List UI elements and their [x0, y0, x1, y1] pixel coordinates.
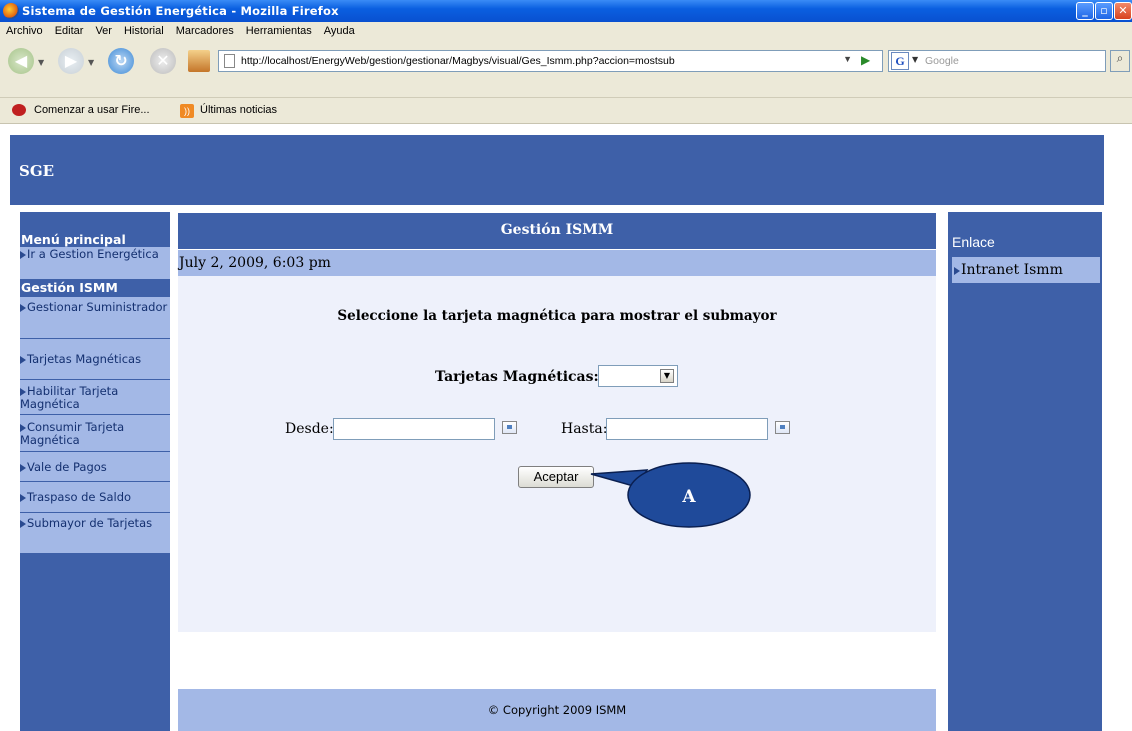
sidebar-item-label: Habilitar Tarjeta Magnética [20, 384, 119, 411]
address-bar[interactable]: http://localhost/EnergyWeb/gestion/gesti… [218, 50, 883, 72]
desde-calendar-icon[interactable] [502, 421, 517, 434]
page-content: SGE Menú principal Ir a Gestion Energéti… [0, 125, 1132, 731]
menu-ayuda[interactable]: Ayuda [318, 22, 361, 37]
hasta-date-field[interactable] [606, 418, 768, 440]
minimize-button[interactable]: _ [1076, 2, 1094, 20]
menu-marcadores[interactable]: Marcadores [170, 22, 240, 37]
bookmarks-toolbar: Comenzar a usar Fire... )) Últimas notic… [0, 98, 1132, 124]
close-button[interactable]: ✕ [1114, 2, 1132, 20]
url-text: http://localhost/EnergyWeb/gestion/gesti… [241, 55, 675, 67]
window-titlebar: Sistema de Gestión Energética - Mozilla … [0, 0, 1132, 22]
reload-icon[interactable]: ↻ [108, 48, 134, 74]
arrow-icon [20, 388, 26, 396]
sidebar-item-go-gestion[interactable]: Ir a Gestion Energética [20, 247, 170, 280]
main-panel: Gestión ISMM July 2, 2009, 6:03 pm Selec… [178, 213, 936, 731]
sidebar-item-traspaso-de-saldo[interactable]: Traspaso de Saldo [20, 482, 170, 513]
submayor-form: Seleccione la tarjeta magnética para mos… [178, 276, 936, 632]
hasta-label: Hasta: [561, 421, 608, 437]
search-icon[interactable]: ⌕ [1110, 50, 1130, 72]
desde-label: Desde: [285, 421, 334, 437]
site-header: SGE [10, 135, 1104, 205]
menu-archivo[interactable]: Archivo [0, 22, 49, 37]
site-brand: SGE [19, 162, 55, 180]
go-icon[interactable]: ▶ [861, 53, 877, 69]
sidebar-item-submayor-de-tarjetas[interactable]: Submayor de Tarjetas [20, 513, 170, 554]
stop-icon[interactable]: ✕ [150, 48, 176, 74]
arrow-icon [20, 520, 26, 528]
bookmark-getting-started[interactable]: Comenzar a usar Fire... [34, 104, 150, 116]
forward-arrow-icon[interactable]: ▶ [58, 48, 84, 74]
form-prompt: Seleccione la tarjeta magnética para mos… [337, 308, 777, 324]
main-menu-heading: Menú principal [21, 232, 126, 247]
sidebar-item-label: Gestionar Suministrador [27, 300, 168, 314]
links-heading: Enlace [952, 234, 995, 250]
menu-herramientas[interactable]: Herramientas [240, 22, 318, 37]
sidebar-item-habilitar-tarjeta[interactable]: Habilitar Tarjeta Magnética [20, 380, 170, 415]
arrow-icon [20, 356, 26, 364]
desde-date-field[interactable] [333, 418, 495, 440]
sidebar-item-label: Intranet Ismm [961, 262, 1063, 278]
firefox-bookmark-icon [12, 104, 26, 116]
sidebar-item-label: Traspaso de Saldo [27, 490, 132, 504]
arrow-icon [954, 267, 960, 275]
sidebar-item-label: Ir a Gestion Energética [27, 247, 159, 261]
page-footer: © Copyright 2009 ISMM [178, 689, 936, 731]
arrow-icon [20, 464, 26, 472]
arrow-icon [20, 494, 26, 502]
navigation-toolbar: ◀ ▼ ▶ ▼ ↻ ✕ http://localhost/EnergyWeb/g… [0, 42, 1132, 98]
arrow-icon [20, 304, 26, 312]
search-engine-dropdown-icon[interactable]: ▼ [912, 55, 918, 64]
menu-ver[interactable]: Ver [89, 22, 118, 37]
sidebar-item-label: Vale de Pagos [27, 460, 107, 474]
search-box[interactable]: G ▼ Google [888, 50, 1106, 72]
page-title: Gestión ISMM [178, 213, 936, 249]
page-icon [224, 54, 235, 68]
tarjetas-label: Tarjetas Magnéticas: [435, 369, 599, 385]
firefox-icon [3, 3, 19, 19]
menu-editar[interactable]: Editar [49, 22, 90, 37]
sidebar-item-consumir-tarjeta[interactable]: Consumir Tarjeta Magnética [20, 415, 170, 452]
home-icon[interactable] [188, 50, 210, 72]
aceptar-button[interactable]: Aceptar [518, 466, 594, 488]
sidebar-item-label: Consumir Tarjeta Magnética [20, 420, 125, 447]
back-arrow-icon[interactable]: ◀ [8, 48, 34, 74]
tarjetas-select[interactable]: ▼ [598, 365, 678, 387]
right-sidebar: Enlace Intranet Ismm [948, 212, 1102, 731]
google-icon[interactable]: G [891, 52, 909, 70]
date-display: July 2, 2009, 6:03 pm [178, 250, 936, 276]
arrow-icon [20, 251, 26, 259]
url-dropdown-icon[interactable]: ▼ [843, 54, 852, 64]
sidebar-item-label: Submayor de Tarjetas [27, 516, 153, 530]
arrow-icon [20, 424, 26, 432]
hasta-calendar-icon[interactable] [775, 421, 790, 434]
left-sidebar: Menú principal Ir a Gestion Energética G… [20, 212, 170, 731]
search-placeholder: Google [925, 55, 959, 67]
maximize-button[interactable]: ▫ [1095, 2, 1113, 20]
bookmark-latest-news[interactable]: Últimas noticias [200, 104, 277, 116]
window-title: Sistema de Gestión Energética - Mozilla … [22, 4, 339, 18]
sidebar-item-gestionar-suministrador[interactable]: Gestionar Suministrador [20, 297, 170, 339]
sidebar-item-intranet[interactable]: Intranet Ismm [952, 257, 1100, 283]
menu-bar: Archivo Editar Ver Historial Marcadores Herra… [0, 22, 1132, 42]
sidebar-item-label: Tarjetas Magnéticas [27, 352, 142, 366]
sidebar-item-vale-de-pagos[interactable]: Vale de Pagos [20, 452, 170, 482]
chevron-down-icon[interactable]: ▼ [660, 369, 674, 383]
forward-dropdown-icon[interactable]: ▼ [88, 58, 94, 67]
sidebar-item-tarjetas-magneticas[interactable]: Tarjetas Magnéticas [20, 339, 170, 380]
menu-historial[interactable]: Historial [118, 22, 170, 37]
rss-feed-icon: )) [180, 104, 194, 118]
section-heading: Gestión ISMM [21, 280, 118, 295]
back-dropdown-icon[interactable]: ▼ [38, 58, 44, 67]
